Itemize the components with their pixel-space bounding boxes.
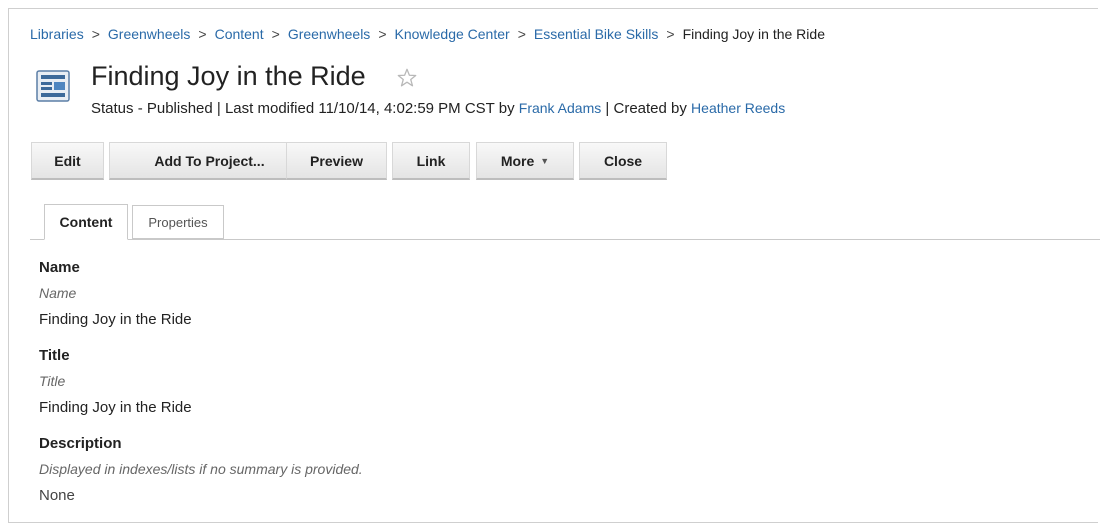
name-field-hint: Name — [39, 285, 77, 301]
tab-properties[interactable]: Properties — [132, 205, 224, 239]
close-button[interactable]: Close — [579, 142, 667, 180]
status-line: Status - Published | Last modified 11/10… — [91, 100, 785, 117]
breadcrumb-separator: > — [198, 26, 207, 42]
created-by-text: | Created by — [605, 100, 687, 117]
breadcrumb-separator: > — [517, 26, 526, 42]
name-field-label: Name — [39, 259, 80, 276]
title-field-label: Title — [39, 347, 70, 364]
add-to-project-button[interactable]: Add To Project... — [109, 142, 310, 180]
tabs-divider — [30, 239, 1100, 240]
modified-by-link[interactable]: Frank Adams — [519, 100, 601, 116]
breadcrumb-libraries[interactable]: Libraries — [30, 26, 84, 42]
caret-down-icon: ▼ — [540, 155, 550, 166]
edit-button[interactable]: Edit — [31, 142, 104, 180]
more-label: More — [500, 152, 535, 169]
breadcrumb-separator: > — [91, 26, 100, 42]
name-field-value: Finding Joy in the Ride — [39, 311, 192, 328]
breadcrumb-greenwheels-site[interactable]: Greenwheels — [288, 26, 371, 42]
breadcrumb-separator: > — [271, 26, 280, 42]
more-dropdown-button[interactable]: More ▼ — [476, 142, 574, 180]
breadcrumb-essential-bike-skills[interactable]: Essential Bike Skills — [534, 26, 659, 42]
description-field-label: Description — [39, 435, 122, 452]
breadcrumb-current: Finding Joy in the Ride — [682, 26, 825, 42]
description-field-hint: Displayed in indexes/lists if no summary… — [39, 461, 363, 477]
star-outline-icon[interactable] — [396, 67, 418, 89]
breadcrumb-content[interactable]: Content — [215, 26, 264, 42]
page-title: Finding Joy in the Ride — [91, 61, 366, 91]
title-field-value: Finding Joy in the Ride — [39, 399, 192, 416]
description-field-value: None — [39, 487, 75, 504]
breadcrumb-separator: > — [666, 26, 675, 42]
breadcrumb-knowledge-center[interactable]: Knowledge Center — [395, 26, 510, 42]
breadcrumb-greenwheels[interactable]: Greenwheels — [108, 26, 191, 42]
breadcrumb: Libraries > Greenwheels > Content > Greenwheel… — [30, 26, 825, 42]
title-field-hint: Title — [39, 373, 66, 389]
document-icon — [36, 70, 70, 102]
created-by-link[interactable]: Heather Reeds — [691, 100, 785, 116]
preview-button[interactable]: Preview — [286, 142, 387, 180]
breadcrumb-separator: > — [378, 26, 387, 42]
tab-content[interactable]: Content — [44, 204, 128, 240]
status-text: Status - Published | Last modified 11/10… — [91, 100, 515, 117]
link-button[interactable]: Link — [392, 142, 470, 180]
